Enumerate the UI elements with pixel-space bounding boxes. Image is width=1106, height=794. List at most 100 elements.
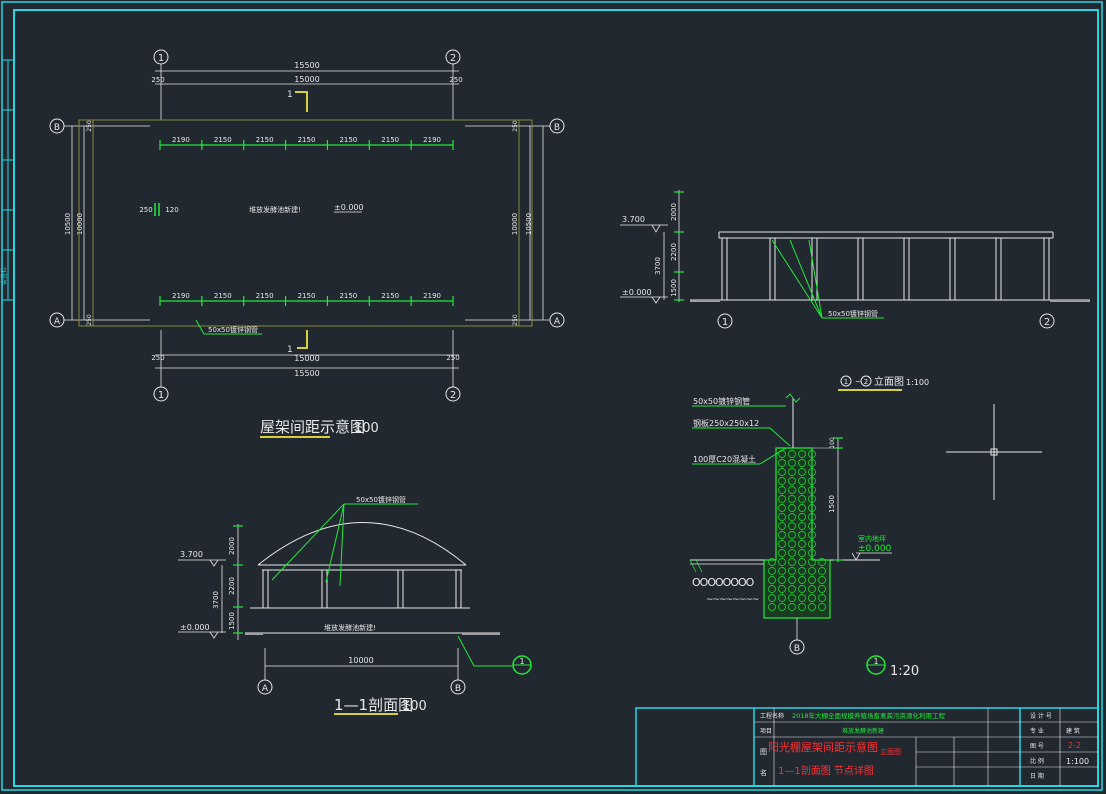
- elevation-columns: [721, 237, 1050, 301]
- plan-section-mark-bottom: [297, 330, 308, 349]
- tb-drawing-label2: 名: [760, 768, 767, 777]
- plan-center-note: 堆放发酵池新建!: [249, 205, 301, 214]
- elevation-column: [903, 237, 910, 301]
- cad-drawing-canvas: 会签栏 1 2 1 2 B A B A 15500 15000 250 250 …: [0, 1, 1103, 791]
- sec-dim-2200: 2200: [228, 577, 236, 595]
- elevation-column: [949, 237, 956, 301]
- plan-bay-label-top: 2150: [298, 136, 316, 144]
- elevation-column: [721, 237, 728, 301]
- elev-axis-2-label: 2: [1044, 317, 1050, 328]
- sec-axis-B-label: B: [455, 684, 461, 694]
- title-block: 工程名称 2018年大棚全面规模养殖场畜禽粪污资源化利用工程 项目 堆放发酵池新…: [635, 707, 1099, 787]
- plan-axis-B-right-label: B: [554, 123, 560, 133]
- elev-title-mark1: 1: [844, 378, 848, 386]
- plan-axis-2-top-label: 2: [450, 53, 456, 64]
- plan-dim-edge-top-right: 250: [449, 76, 462, 84]
- plan-edge-250-left-top: 250: [86, 120, 93, 132]
- sec-axis-A-label: A: [262, 684, 269, 694]
- plan-edge-250-right-bottom: 250: [512, 314, 519, 326]
- plan-bay-label-top: 2150: [339, 136, 357, 144]
- plan-height-outer-right: 10500: [525, 213, 533, 235]
- tb-project-label: 工程名称: [760, 712, 784, 720]
- tb-date-label: 日 期: [1030, 772, 1044, 780]
- elev-level-base: ±0.000: [622, 288, 652, 297]
- plan-title: 屋架间距示意图: [260, 418, 365, 436]
- detail-title-mark-label: 1: [873, 657, 878, 666]
- elevation-column: [1043, 237, 1050, 301]
- plan-bay-label-top: 2150: [381, 136, 399, 144]
- plan-height-inner-left: 10000: [76, 213, 84, 235]
- sec-dim-width: 10000: [348, 656, 373, 665]
- elev-dim-1500: 1500: [670, 279, 678, 297]
- plan-height-inner-right: 10000: [511, 213, 519, 235]
- tb-discipline-label: 专 业: [1030, 727, 1044, 735]
- svg-text:~: ~: [855, 378, 861, 386]
- plan-dim-inner-bottom: 15000: [294, 354, 319, 363]
- detail-label-plate: 钢板250x250x12: [693, 418, 759, 428]
- plan-pipe-label: 50x50镀锌钢管: [208, 325, 258, 334]
- sec-note: 堆放发酵池新建!: [324, 623, 376, 632]
- plan-height-outer-left: 10500: [64, 213, 72, 235]
- sec-pipe-label: 50x50镀锌钢管: [356, 495, 406, 504]
- sec-level-base: ±0.000: [180, 623, 210, 632]
- plan-bay-label-bottom: 2150: [256, 292, 274, 300]
- tb-sheet-label: 图 号: [1030, 743, 1044, 750]
- plan-section-mark-top: [295, 91, 308, 112]
- cad-crosshair-cursor: [946, 404, 1042, 500]
- plan-section-mark-top-label: 1: [287, 90, 293, 100]
- tb-drawing-label1: 图: [760, 748, 767, 756]
- sec-level-top: 3.700: [180, 550, 203, 559]
- plan-drawing: 1 2 1 2 B A B A 15500 15000 250 250 1500…: [49, 49, 565, 438]
- tb-discipline-value: 建 筑: [1066, 727, 1080, 735]
- detail-level-note: 室内地坪: [858, 534, 886, 543]
- plan-bay-label-bottom: 2150: [381, 292, 399, 300]
- plan-bay-label-top: 2150: [214, 136, 232, 144]
- detail-dim-1500: 1500: [828, 495, 836, 513]
- elevation-column: [995, 237, 1002, 301]
- plan-dim-edge-bottom-left: 250: [151, 354, 164, 362]
- elevation-column: [857, 237, 864, 301]
- plan-section-mark-bottom-label: 1: [287, 345, 293, 355]
- tb-item-label: 项目: [760, 728, 772, 735]
- detail-dim-100: 100: [829, 437, 836, 449]
- detail-label-steel: 50x50镀锌钢管: [693, 396, 750, 406]
- sec-detail-callout-label: 1: [519, 657, 524, 666]
- detail-drawing: OOOOOOOO ~~~~~~~~ 100 1500 室内地坪 ±0.000 5…: [689, 393, 919, 679]
- elev-dim-3700: 3700: [654, 257, 662, 275]
- elev-title-scale: 1:100: [906, 378, 929, 387]
- tb-drawing-name1: 阳光棚屋架间距示意图: [768, 740, 878, 754]
- tb-design-label: 设 计 号: [1030, 712, 1052, 720]
- tb-drawing-name-overlay: 立面图: [880, 747, 901, 756]
- plan-axis-2-bottom-label: 2: [450, 390, 456, 401]
- detail-axis-B-label: B: [794, 644, 800, 654]
- tb-drawing-name2: 1—1剖面图 节点详图: [778, 764, 874, 777]
- plan-bay-label-bottom: 2190: [423, 292, 441, 300]
- plan-bay-label-top: 2190: [423, 136, 441, 144]
- plan-level-label: ±0.000: [334, 203, 364, 212]
- elev-pipe-label: 50x50镀锌钢管: [828, 309, 878, 318]
- tb-scale-label: 比 例: [1030, 757, 1044, 765]
- plan-title-scale: 100: [354, 421, 379, 436]
- plan-bay-label-bottom: 2150: [214, 292, 232, 300]
- elev-level-top: 3.700: [622, 215, 645, 224]
- plan-bay-label-bottom: 2150: [339, 292, 357, 300]
- plan-axis-B-left-label: B: [54, 123, 60, 133]
- detail-gravel: OOOOOOOO: [692, 576, 755, 589]
- plan-edge-250-right-top: 250: [512, 120, 519, 132]
- elevation-column: [769, 237, 776, 301]
- detail-scale: 1:20: [890, 664, 919, 679]
- elevation-column: [811, 237, 818, 301]
- plan-axis-A-left-label: A: [54, 317, 61, 327]
- plan-bay-label-bottom: 2150: [298, 292, 316, 300]
- elev-dim-2000: 2000: [670, 203, 678, 221]
- plan-bay-label-top: 2190: [172, 136, 190, 144]
- elev-dim-2200: 2200: [670, 243, 678, 261]
- elev-title-mark2: 2: [864, 378, 868, 386]
- plan-dim-total-top: 15500: [294, 61, 319, 70]
- sec-dim-2000: 2000: [228, 537, 236, 555]
- sec-dim-3700: 3700: [212, 591, 220, 609]
- plan-axis-1-bottom-label: 1: [158, 390, 164, 401]
- elev-title-text: 立面图: [874, 375, 904, 388]
- detail-label-concrete: 100厚C20混凝土: [693, 454, 756, 464]
- plan-dim-inner-top: 15000: [294, 75, 319, 84]
